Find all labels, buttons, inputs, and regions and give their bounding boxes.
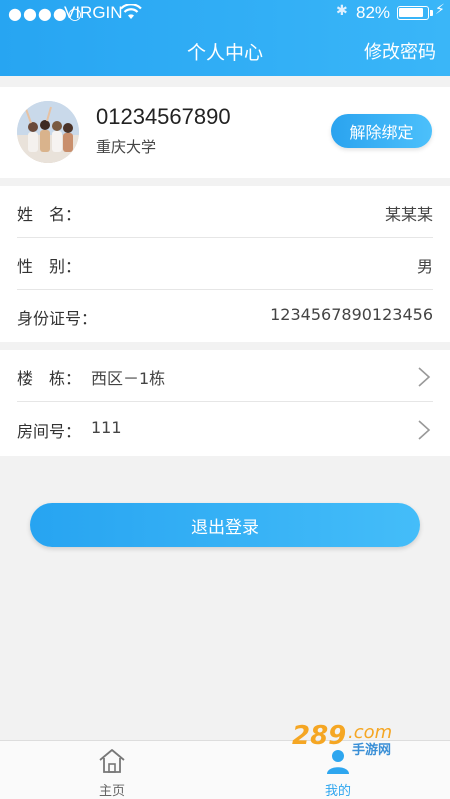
info-row-id-number: 身份证号： 1234567890123456: [17, 290, 433, 342]
dorm-address-card: 楼 栋： 西区－1栋 房间号： 111: [0, 350, 450, 456]
phone-number: 01234567890: [96, 104, 231, 129]
gender-label: 性 别：: [17, 257, 82, 276]
chevron-right-icon: [418, 420, 431, 440]
gender-value: 男: [416, 257, 433, 276]
svg-text:289: 289: [292, 721, 346, 751]
id-number-value: 1234567890123456: [270, 305, 433, 324]
address-row-room[interactable]: 房间号： 111: [17, 403, 433, 455]
wifi-icon: [120, 4, 142, 19]
watermark-logo: 289 .com 手游网: [292, 721, 392, 756]
tab-home-label: 主页: [98, 784, 125, 799]
unbind-button[interactable]: 解除绑定: [331, 114, 432, 148]
tab-home[interactable]: 主页: [52, 741, 172, 799]
chevron-right-icon: [418, 367, 431, 387]
room-label: 房间号：: [17, 422, 82, 441]
bluetooth-icon: ✱: [336, 3, 348, 19]
home-icon: [99, 749, 125, 773]
carrier-name: VIRGIN: [64, 3, 123, 22]
profile-card: 01234567890 重庆大学 解除绑定: [0, 87, 450, 178]
change-password-link[interactable]: 修改密码: [364, 38, 436, 64]
charging-icon: ⚡: [435, 2, 445, 18]
status-bar: ●●●●○ VIRGIN ✱ 82% ⚡: [0, 0, 450, 26]
info-row-name: 姓 名： 某某某: [17, 186, 433, 238]
address-row-building[interactable]: 楼 栋： 西区－1栋: [17, 350, 433, 402]
building-value: 西区－1栋: [91, 369, 166, 388]
building-label: 楼 栋：: [17, 369, 82, 388]
room-value: 111: [91, 418, 122, 437]
name-value: 某某某: [384, 205, 433, 224]
svg-text:.com: .com: [348, 722, 392, 743]
avatar-photo: [17, 101, 79, 163]
avatar: [17, 101, 79, 163]
logout-button[interactable]: 退出登录: [30, 503, 420, 547]
id-number-label: 身份证号：: [17, 309, 98, 328]
name-label: 姓 名：: [17, 205, 82, 224]
battery-icon: [397, 6, 429, 20]
svg-text:手游网: 手游网: [352, 742, 391, 756]
tab-mine-label: 我的: [324, 784, 351, 799]
personal-info-card: 姓 名： 某某某 性 别： 男 身份证号： 1234567890123456: [0, 186, 450, 342]
battery-percent: 82%: [356, 3, 391, 22]
header-bar: ●●●●○ VIRGIN ✱ 82% ⚡ 个人中心 修改密码: [0, 0, 450, 76]
school-name: 重庆大学: [96, 138, 157, 156]
info-row-gender: 性 别： 男: [17, 238, 433, 290]
